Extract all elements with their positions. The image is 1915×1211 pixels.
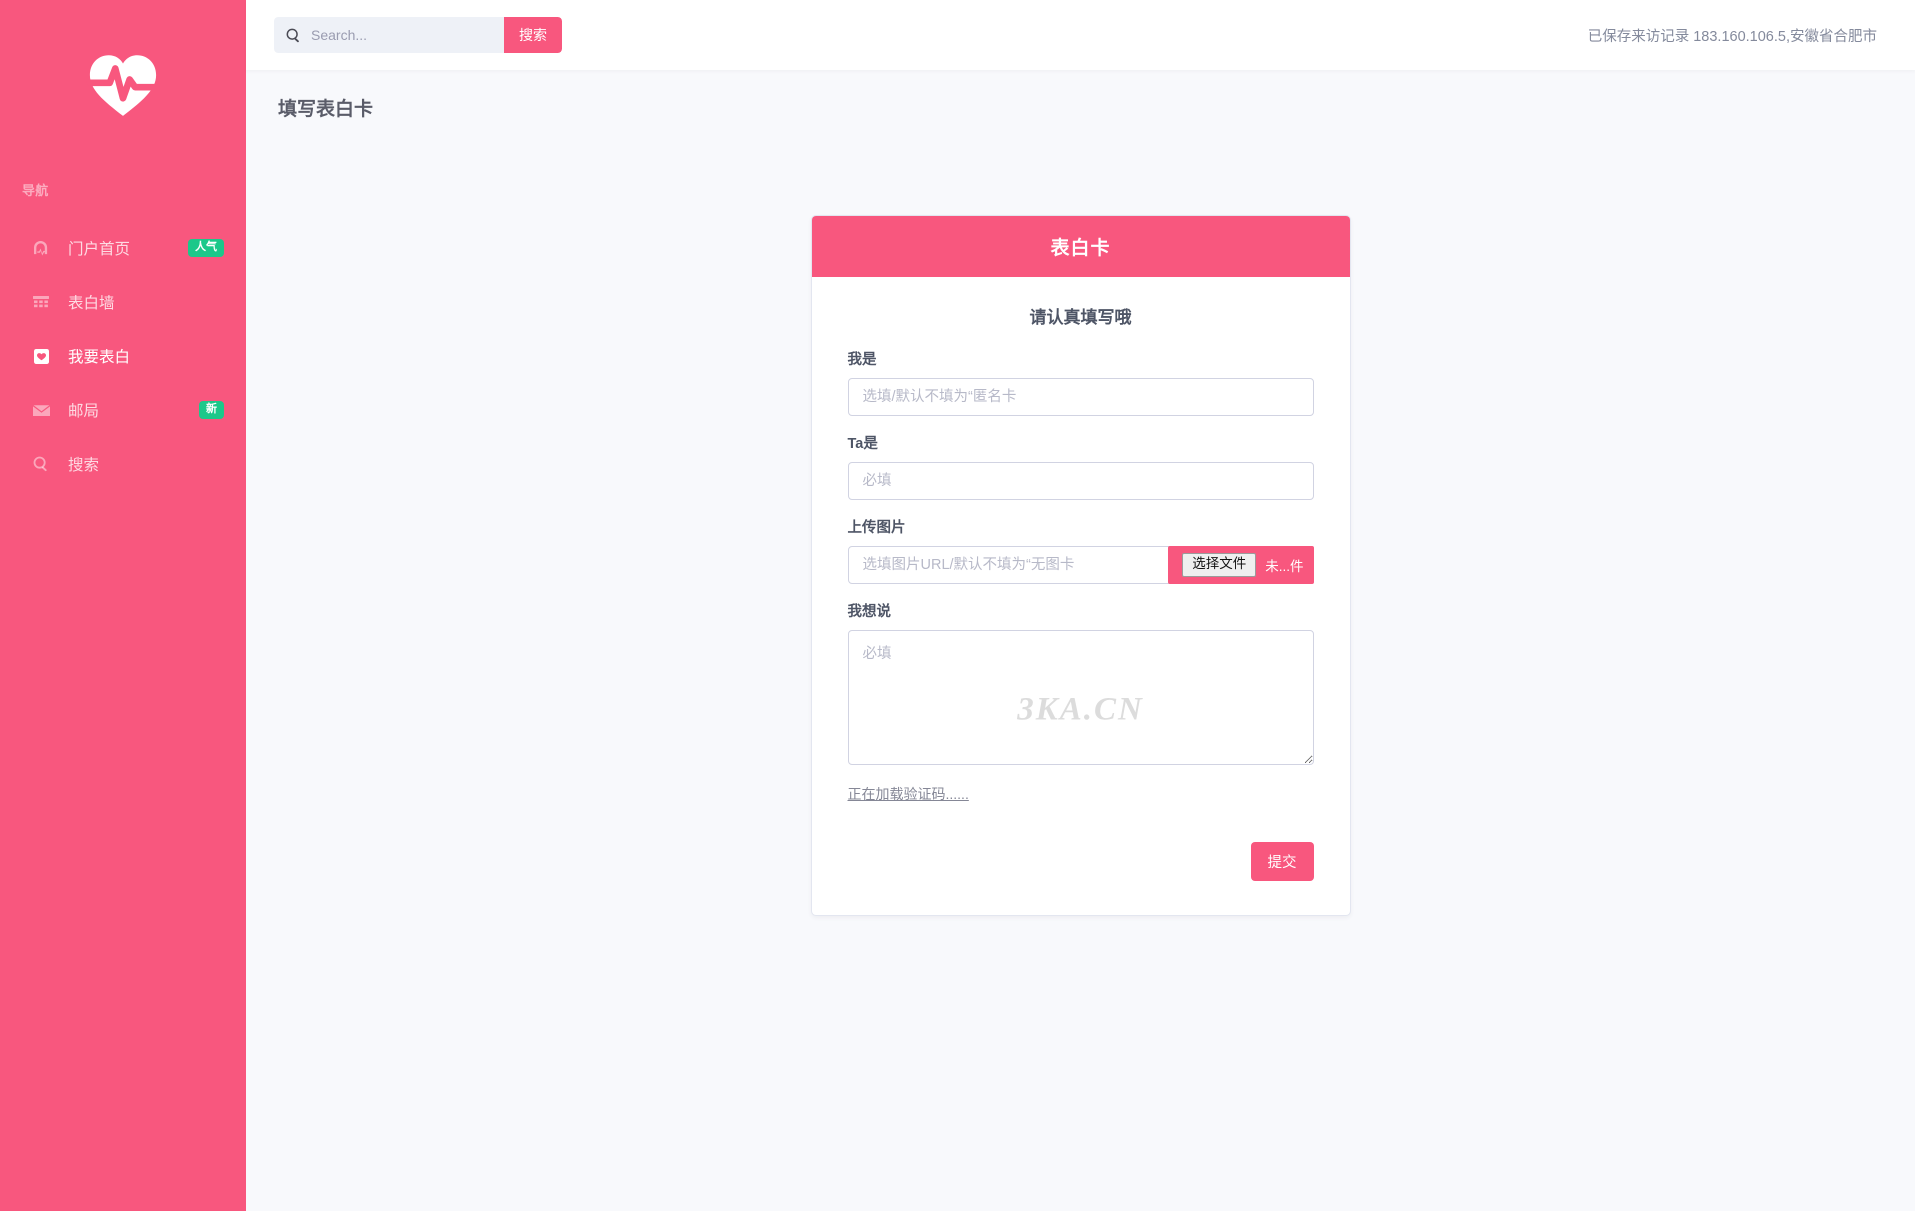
sidebar-item-home[interactable]: 门户首页 人气	[0, 221, 246, 275]
sidebar-item-label: 门户首页	[68, 241, 131, 258]
sender-input[interactable]	[847, 377, 1314, 416]
submit-row: 提交	[848, 841, 1314, 881]
sidebar-item-confess[interactable]: 我要表白	[0, 329, 246, 383]
search-submit-button[interactable]: 搜索	[504, 17, 562, 53]
field-image-upload: 上传图片 选择文件 未...件	[847, 516, 1314, 584]
field-receiver-label: Ta是	[847, 435, 878, 452]
card-zone: 表白卡 请认真填写哦 我是 Ta是	[274, 214, 1887, 916]
main-area: 搜索 已保存来访记录 183.160.106.5,安徽省合肥市 填写表白卡 表白…	[246, 0, 1915, 1211]
sidebar-badge-new: 新	[199, 401, 224, 419]
sidebar-item-label: 表白墙	[68, 295, 115, 312]
sidebar: 导航 门户首页 人气 表白墙 我要表白 邮局 新 搜索	[0, 0, 246, 1211]
search-bar: 搜索	[274, 17, 562, 53]
content-area: 填写表白卡 表白卡 请认真填写哦 我是 Ta是	[246, 70, 1915, 1211]
card-body: 请认真填写哦 我是 Ta是 上传图片	[812, 277, 1350, 915]
brand-logo-link[interactable]	[0, 0, 246, 170]
topbar: 搜索 已保存来访记录 183.160.106.5,安徽省合肥市	[246, 0, 1915, 70]
captcha-loading-note: 正在加载验证码......	[847, 785, 969, 802]
sidebar-item-search[interactable]: 搜索	[0, 437, 246, 491]
card-header-title: 表白卡	[811, 215, 1350, 277]
envelope-icon	[30, 401, 52, 419]
nav-heading: 导航	[22, 183, 49, 198]
image-upload-row: 选择文件 未...件	[847, 545, 1314, 584]
sidebar-item-post-office[interactable]: 邮局 新	[0, 383, 246, 437]
heart-square-icon	[30, 347, 52, 365]
message-textarea[interactable]	[847, 629, 1314, 765]
sidebar-badge-popular: 人气	[188, 239, 224, 257]
sidebar-item-wall[interactable]: 表白墙	[0, 275, 246, 329]
field-message: 我想说 3KA.CN	[847, 600, 1314, 768]
page-title: 填写表白卡	[278, 99, 374, 120]
file-input-widget[interactable]: 选择文件 未...件	[1168, 545, 1314, 584]
field-image-label: 上传图片	[847, 519, 906, 536]
receiver-input[interactable]	[847, 461, 1314, 500]
choose-file-button[interactable]: 选择文件	[1182, 552, 1257, 577]
pulse-chart-icon	[30, 239, 52, 257]
search-input[interactable]	[311, 17, 504, 53]
search-icon	[286, 28, 301, 43]
heart-pulse-icon	[86, 53, 160, 117]
sidebar-item-label: 搜索	[68, 457, 100, 474]
nav-list: 门户首页 人气 表白墙 我要表白 邮局 新 搜索	[0, 221, 246, 491]
search-field[interactable]	[274, 17, 504, 53]
sidebar-item-label: 邮局	[68, 403, 100, 420]
field-sender-label: 我是	[847, 351, 877, 368]
message-textarea-wrap: 3KA.CN	[847, 629, 1314, 768]
field-message-label: 我想说	[847, 603, 892, 620]
confession-card: 表白卡 请认真填写哦 我是 Ta是	[810, 214, 1351, 916]
search-icon	[30, 455, 52, 473]
file-status-text: 未...件	[1265, 558, 1304, 574]
submit-button[interactable]: 提交	[1250, 841, 1314, 881]
building-icon	[30, 293, 52, 311]
app-root: 导航 门户首页 人气 表白墙 我要表白 邮局 新 搜索 Search... 搜索…	[0, 0, 1915, 1211]
visit-record-text: 已保存来访记录 183.160.106.5,安徽省合肥市	[1587, 28, 1877, 45]
field-receiver: Ta是	[847, 432, 1314, 500]
sidebar-item-label: 我要表白	[68, 349, 131, 366]
form-title: 请认真填写哦	[1029, 307, 1132, 327]
field-sender: 我是	[847, 348, 1314, 416]
